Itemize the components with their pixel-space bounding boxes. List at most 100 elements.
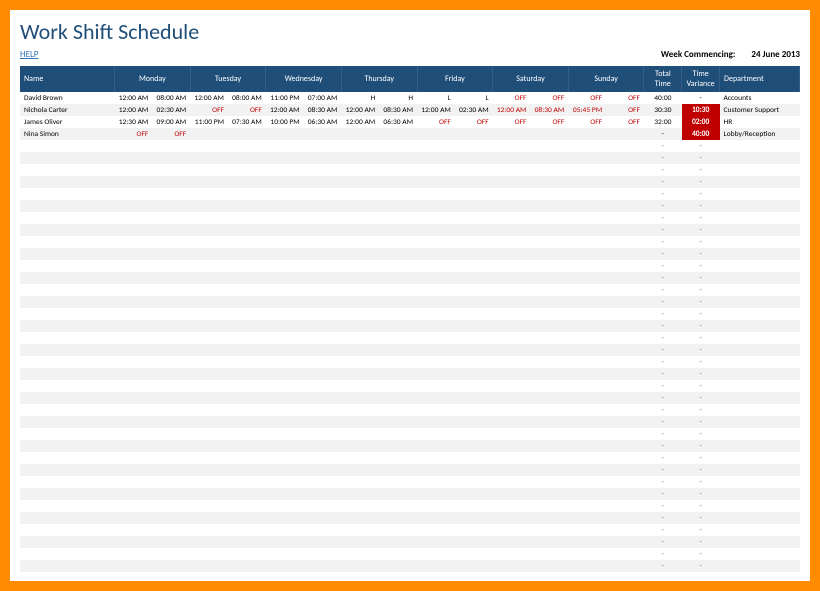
cell-department[interactable]	[720, 356, 800, 368]
cell-sun[interactable]	[568, 428, 644, 440]
cell-mon[interactable]: OFFOFF	[115, 128, 191, 140]
cell-mon[interactable]	[115, 380, 191, 392]
cell-sat[interactable]	[493, 380, 569, 392]
cell-thu[interactable]	[341, 176, 417, 188]
cell-fri[interactable]	[417, 548, 493, 560]
cell-wed[interactable]	[266, 260, 342, 272]
cell-wed[interactable]	[266, 368, 342, 380]
cell-thu[interactable]	[341, 332, 417, 344]
cell-wed[interactable]	[266, 416, 342, 428]
cell-tue[interactable]	[190, 236, 266, 248]
cell-fri[interactable]	[417, 188, 493, 200]
cell-tue[interactable]	[190, 188, 266, 200]
cell-tue[interactable]	[190, 128, 266, 140]
cell-department[interactable]	[720, 368, 800, 380]
cell-thu[interactable]	[341, 200, 417, 212]
cell-sat[interactable]	[493, 452, 569, 464]
cell-fri[interactable]	[417, 128, 493, 140]
cell-sun[interactable]	[568, 404, 644, 416]
cell-name[interactable]	[20, 416, 115, 428]
cell-department[interactable]	[720, 452, 800, 464]
cell-department[interactable]	[720, 152, 800, 164]
cell-mon[interactable]	[115, 308, 191, 320]
cell-tue[interactable]: 12:00 AM08:00 AM	[190, 92, 266, 104]
cell-sun[interactable]	[568, 128, 644, 140]
cell-sun[interactable]	[568, 548, 644, 560]
cell-mon[interactable]	[115, 488, 191, 500]
cell-department[interactable]	[720, 392, 800, 404]
cell-thu[interactable]	[341, 260, 417, 272]
cell-mon[interactable]	[115, 320, 191, 332]
cell-sun[interactable]	[568, 464, 644, 476]
cell-fri[interactable]	[417, 512, 493, 524]
cell-mon[interactable]	[115, 236, 191, 248]
cell-tue[interactable]	[190, 440, 266, 452]
cell-department[interactable]: Customer Support	[720, 104, 800, 116]
cell-sat[interactable]	[493, 236, 569, 248]
cell-fri[interactable]	[417, 488, 493, 500]
cell-wed[interactable]	[266, 152, 342, 164]
cell-thu[interactable]	[341, 452, 417, 464]
cell-thu[interactable]	[341, 428, 417, 440]
cell-department[interactable]	[720, 272, 800, 284]
cell-sat[interactable]	[493, 476, 569, 488]
cell-tue[interactable]	[190, 548, 266, 560]
cell-thu[interactable]: 12:00 AM08:30 AM	[341, 104, 417, 116]
cell-mon[interactable]	[115, 224, 191, 236]
cell-name[interactable]	[20, 452, 115, 464]
cell-wed[interactable]	[266, 188, 342, 200]
cell-tue[interactable]	[190, 164, 266, 176]
cell-wed[interactable]	[266, 224, 342, 236]
cell-fri[interactable]	[417, 140, 493, 152]
cell-sun[interactable]	[568, 560, 644, 572]
cell-tue[interactable]	[190, 344, 266, 356]
cell-fri[interactable]	[417, 524, 493, 536]
cell-thu[interactable]	[341, 500, 417, 512]
cell-wed[interactable]	[266, 332, 342, 344]
cell-mon[interactable]	[115, 512, 191, 524]
cell-fri[interactable]	[417, 176, 493, 188]
cell-fri[interactable]	[417, 536, 493, 548]
cell-name[interactable]	[20, 404, 115, 416]
cell-department[interactable]	[720, 332, 800, 344]
cell-wed[interactable]	[266, 392, 342, 404]
cell-sat[interactable]	[493, 440, 569, 452]
cell-fri[interactable]	[417, 428, 493, 440]
cell-fri[interactable]	[417, 152, 493, 164]
cell-department[interactable]	[720, 548, 800, 560]
cell-sun[interactable]	[568, 368, 644, 380]
cell-tue[interactable]	[190, 392, 266, 404]
cell-tue[interactable]	[190, 356, 266, 368]
cell-fri[interactable]	[417, 416, 493, 428]
cell-thu[interactable]	[341, 560, 417, 572]
cell-name[interactable]	[20, 548, 115, 560]
cell-mon[interactable]	[115, 392, 191, 404]
cell-sat[interactable]	[493, 176, 569, 188]
cell-thu[interactable]	[341, 284, 417, 296]
cell-mon[interactable]	[115, 344, 191, 356]
cell-sun[interactable]	[568, 272, 644, 284]
cell-name[interactable]	[20, 140, 115, 152]
cell-mon[interactable]	[115, 176, 191, 188]
cell-name[interactable]	[20, 164, 115, 176]
cell-wed[interactable]	[266, 248, 342, 260]
cell-name[interactable]	[20, 536, 115, 548]
cell-mon[interactable]	[115, 356, 191, 368]
cell-mon[interactable]	[115, 452, 191, 464]
cell-thu[interactable]	[341, 152, 417, 164]
cell-sun[interactable]	[568, 224, 644, 236]
cell-name[interactable]	[20, 524, 115, 536]
cell-wed[interactable]	[266, 296, 342, 308]
cell-fri[interactable]	[417, 260, 493, 272]
cell-name[interactable]	[20, 368, 115, 380]
cell-wed[interactable]	[266, 560, 342, 572]
cell-tue[interactable]	[190, 452, 266, 464]
cell-thu[interactable]	[341, 488, 417, 500]
cell-fri[interactable]	[417, 368, 493, 380]
cell-department[interactable]	[720, 416, 800, 428]
cell-sun[interactable]	[568, 236, 644, 248]
cell-name[interactable]	[20, 464, 115, 476]
cell-mon[interactable]	[115, 296, 191, 308]
cell-sat[interactable]	[493, 296, 569, 308]
cell-sat[interactable]	[493, 392, 569, 404]
